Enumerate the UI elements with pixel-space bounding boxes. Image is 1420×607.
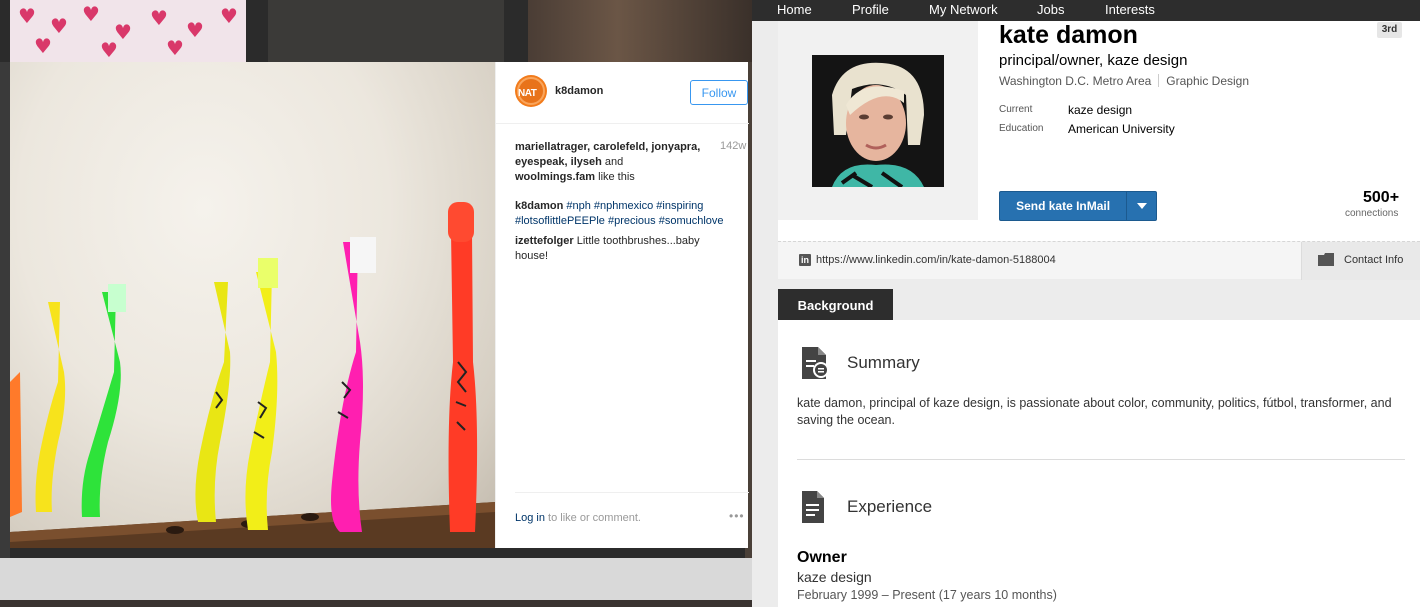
post-age[interactable]: 142w [720, 140, 746, 152]
toothbrushes-illustration [10, 202, 495, 548]
orange-toothbrush [10, 372, 22, 517]
profile-headline: principal/owner, kaze design [999, 52, 1188, 69]
hashtag[interactable]: #inspiring [656, 200, 703, 212]
current-label: Current [999, 104, 1033, 115]
background-thumbnail[interactable] [528, 0, 752, 62]
profile-location-line: Washington D.C. Metro Area Graphic Design [999, 74, 1249, 88]
likes-suffix: like this [595, 171, 635, 183]
experience-dates: February 1999 – Present (17 years 10 mon… [797, 588, 1057, 602]
post-header: NAT k8damon Follow [496, 62, 749, 124]
yellow-toothbrush-bristles [258, 258, 278, 288]
top-navigation: Home Profile My Network Jobs Interests [752, 0, 1420, 21]
background-thumbnail-row [0, 600, 752, 607]
background-thumbnail[interactable] [268, 0, 504, 62]
profile-photo-frame [778, 21, 978, 220]
green-toothbrush [81, 292, 121, 517]
summary-text: kate damon, principal of kaze design, is… [797, 396, 1392, 427]
profile-location[interactable]: Washington D.C. Metro Area [999, 74, 1151, 88]
profile-card: kate damon 3rd principal/owner, kaze des… [778, 21, 1420, 280]
post-username[interactable]: k8damon [555, 85, 603, 97]
liker-names[interactable]: mariellatrager, carolefeld, jonyapra, [515, 141, 700, 153]
caption-author[interactable]: k8damon [515, 200, 563, 212]
folder-icon [1318, 253, 1334, 266]
summary-icon [802, 347, 829, 379]
yellow-toothbrush [245, 272, 278, 530]
login-link[interactable]: Log in [515, 512, 545, 524]
summary-title: Summary [847, 353, 920, 372]
instagram-backdrop[interactable]: ♥ ♥ ♥ ♥ ♥ ♥ ♥ ♥ ♥ ♥ NAT k8damon Follow m… [0, 0, 752, 607]
connections-label: connections [1345, 208, 1399, 219]
send-inmail-button-group: Send kate InMail [999, 191, 1157, 221]
yellow-toothbrush [195, 282, 231, 522]
linkedin-icon: in [799, 254, 811, 266]
nav-my-network[interactable]: My Network [929, 2, 998, 17]
comment: izettefolger Little toothbrushes...baby … [515, 234, 725, 264]
education-school[interactable]: American University [1068, 122, 1175, 136]
experience-company[interactable]: kaze design [797, 569, 872, 585]
divider [1158, 74, 1160, 87]
shelf-hole [301, 513, 319, 521]
red-toothbrush [448, 211, 478, 532]
hashtag[interactable]: #precious [608, 215, 656, 227]
section-divider [797, 459, 1405, 460]
nav-jobs[interactable]: Jobs [1037, 2, 1064, 17]
post-photo[interactable] [10, 62, 495, 548]
instagram-post-modal: NAT k8damon Follow mariellatrager, carol… [10, 62, 749, 548]
public-profile-url[interactable]: https://www.linkedin.com/in/kate-damon-5… [816, 254, 1056, 266]
likes-conjunction: and [601, 156, 624, 168]
profile-name: kate damon [999, 21, 1138, 49]
linkedin-page: Home Profile My Network Jobs Interests k… [752, 0, 1420, 607]
avatar[interactable]: NAT [515, 75, 547, 107]
inmail-dropdown-button[interactable] [1127, 192, 1156, 220]
likes-text: mariellatrager, carolefeld, jonyapra, ey… [515, 140, 710, 185]
education-label: Education [999, 123, 1044, 134]
hashtag[interactable]: #nphmexico [594, 200, 653, 212]
background-section: Summary kate damon, principal of kaze de… [778, 320, 1420, 607]
experience-job-title: Owner [797, 549, 847, 566]
profile-photo[interactable] [812, 55, 944, 187]
avatar-text: NAT [518, 88, 537, 99]
send-inmail-button[interactable]: Send kate InMail [1000, 192, 1128, 220]
hashtag[interactable]: #lotsoflittlePEEPle [515, 215, 605, 227]
hashtag[interactable]: #somuchlove [659, 215, 724, 227]
portrait-illustration [812, 55, 944, 187]
background-strip [0, 558, 752, 600]
nav-interests[interactable]: Interests [1105, 2, 1155, 17]
liker-names[interactable]: eyespeak, ilyseh [515, 156, 602, 168]
green-toothbrush-bristles [108, 284, 126, 312]
nav-home[interactable]: Home [777, 2, 812, 17]
background-thumbnail-hearts[interactable]: ♥ ♥ ♥ ♥ ♥ ♥ ♥ ♥ ♥ ♥ [10, 0, 246, 62]
hashtag[interactable]: #nph [566, 200, 590, 212]
nav-profile[interactable]: Profile [852, 2, 889, 17]
post-sidebar: NAT k8damon Follow mariellatrager, carol… [495, 62, 749, 548]
experience-title: Experience [847, 497, 933, 516]
profile-industry[interactable]: Graphic Design [1166, 74, 1249, 88]
contact-info-button[interactable]: Contact Info [1301, 242, 1420, 280]
login-prompt-text: to like or comment. [544, 512, 641, 524]
shelf-hole [166, 526, 184, 534]
background-tab[interactable]: Background [778, 289, 893, 321]
connections-count: 500+ [1363, 189, 1400, 206]
small-yellow-toothbrush [35, 302, 66, 512]
login-prompt: Log in to like or comment. [515, 512, 641, 524]
liker-names[interactable]: woolmings.fam [515, 171, 595, 183]
pink-toothbrush-bristles [350, 237, 376, 273]
comment-author[interactable]: izettefolger [515, 235, 574, 247]
chevron-down-icon [1136, 203, 1147, 209]
background-edge [0, 62, 10, 558]
current-company[interactable]: kaze design [1068, 103, 1132, 117]
contact-info-label: Contact Info [1344, 254, 1404, 266]
experience-icon [802, 491, 824, 523]
more-options-icon[interactable]: ••• [729, 509, 745, 523]
red-toothbrush-head [448, 202, 474, 242]
connection-degree-badge: 3rd [1377, 22, 1402, 38]
post-caption: k8damon #nph #nphmexico #inspiring #lots… [515, 199, 745, 229]
post-footer: Log in to like or comment. ••• [515, 492, 749, 524]
public-profile-url-bar: in https://www.linkedin.com/in/kate-damo… [778, 241, 1420, 280]
follow-button[interactable]: Follow [690, 80, 748, 105]
